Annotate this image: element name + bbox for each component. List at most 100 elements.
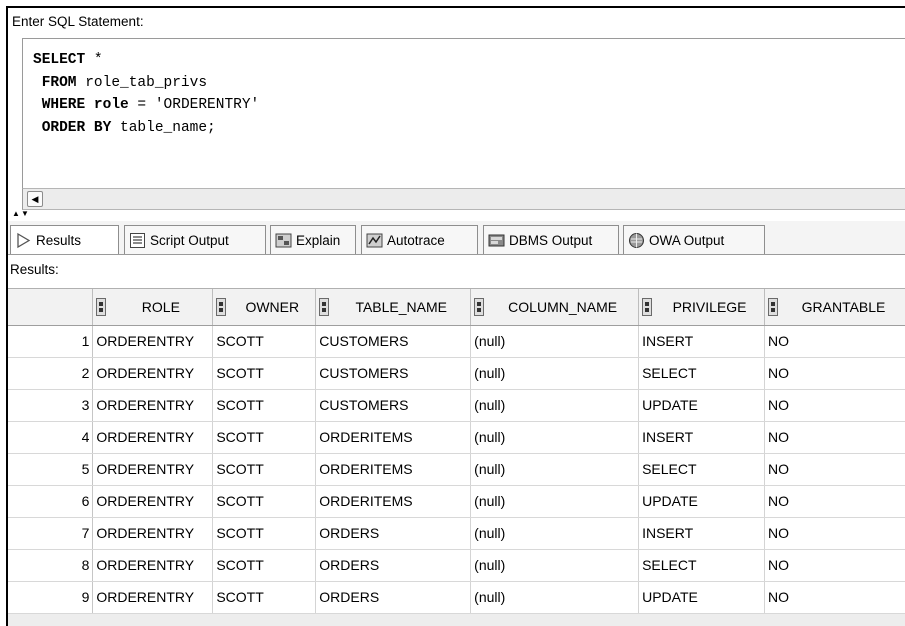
cell-owner[interactable]: SCOTT — [212, 357, 317, 390]
tab-owa-output[interactable]: OWA Output — [623, 225, 765, 254]
cell-privilege[interactable]: UPDATE — [638, 581, 766, 614]
tab-explain[interactable]: Explain — [270, 225, 356, 254]
cell-grantable[interactable]: NO — [764, 581, 905, 614]
collapse-up-icon[interactable]: ▲ — [12, 210, 20, 218]
cell-table-name[interactable]: ORDERS — [315, 517, 472, 550]
cell-role[interactable]: ORDERENTRY — [92, 421, 214, 454]
scroll-left-button[interactable]: ◀ — [27, 191, 43, 207]
cell-column-name[interactable]: (null) — [470, 485, 640, 518]
cell-owner[interactable]: SCOTT — [212, 581, 317, 614]
sort-icon[interactable] — [474, 297, 485, 316]
column-header-privilege[interactable]: PRIVILEGE — [638, 289, 766, 326]
cell-role[interactable]: ORDERENTRY — [92, 549, 214, 582]
table-row[interactable]: 4 ORDERENTRY SCOTT ORDERITEMS (null) INSERT NO — [8, 421, 905, 454]
cell-role[interactable]: ORDERENTRY — [92, 389, 214, 422]
cell-privilege[interactable]: INSERT — [638, 325, 766, 358]
cell-owner[interactable]: SCOTT — [212, 453, 317, 486]
table-row[interactable]: 9 ORDERENTRY SCOTT ORDERS (null) UPDATE NO — [8, 581, 905, 614]
cell-column-name[interactable]: (null) — [470, 357, 640, 390]
cell-owner[interactable]: SCOTT — [212, 325, 317, 358]
cell-privilege[interactable]: INSERT — [638, 517, 766, 550]
cell-column-name[interactable]: (null) — [470, 453, 640, 486]
cell-grantable[interactable]: NO — [764, 389, 905, 422]
cell-privilege[interactable]: INSERT — [638, 421, 766, 454]
row-number[interactable]: 2 — [8, 357, 94, 390]
sort-icon[interactable] — [642, 297, 653, 316]
cell-role[interactable]: ORDERENTRY — [92, 517, 214, 550]
row-number[interactable]: 5 — [8, 453, 94, 486]
row-number-header — [8, 289, 94, 326]
cell-privilege[interactable]: SELECT — [638, 549, 766, 582]
cell-column-name[interactable]: (null) — [470, 421, 640, 454]
row-number[interactable]: 8 — [8, 549, 94, 582]
cell-grantable[interactable]: NO — [764, 485, 905, 518]
cell-owner[interactable]: SCOTT — [212, 517, 317, 550]
table-row[interactable]: 6 ORDERENTRY SCOTT ORDERITEMS (null) UPDATE NO — [8, 485, 905, 518]
cell-column-name[interactable]: (null) — [470, 549, 640, 582]
cell-column-name[interactable]: (null) — [470, 517, 640, 550]
cell-column-name[interactable]: (null) — [470, 389, 640, 422]
row-number[interactable]: 9 — [8, 581, 94, 614]
sort-icon[interactable] — [768, 297, 779, 316]
sql-editor[interactable]: SELECT * FROM role_tab_privs WHERE role … — [22, 38, 905, 188]
table-row[interactable]: 8 ORDERENTRY SCOTT ORDERS (null) SELECT NO — [8, 549, 905, 582]
column-header-owner[interactable]: OWNER — [212, 289, 317, 326]
cell-owner[interactable]: SCOTT — [212, 421, 317, 454]
cell-column-name[interactable]: (null) — [470, 581, 640, 614]
cell-grantable[interactable]: NO — [764, 421, 905, 454]
row-number[interactable]: 3 — [8, 389, 94, 422]
cell-privilege[interactable]: UPDATE — [638, 389, 766, 422]
cell-column-name[interactable]: (null) — [470, 325, 640, 358]
column-header-column-name[interactable]: COLUMN_NAME — [470, 289, 640, 326]
cell-grantable[interactable]: NO — [764, 517, 905, 550]
sql-line: FROM role_tab_privs — [33, 72, 905, 95]
tab-label: Script Output — [150, 232, 229, 248]
column-header-role[interactable]: ROLE — [92, 289, 214, 326]
cell-grantable[interactable]: NO — [764, 325, 905, 358]
tab-autotrace[interactable]: Autotrace — [361, 225, 478, 254]
table-row[interactable]: 2 ORDERENTRY SCOTT CUSTOMERS (null) SELECT NO — [8, 357, 905, 390]
cell-owner[interactable]: SCOTT — [212, 389, 317, 422]
sort-icon[interactable] — [96, 297, 107, 316]
cell-role[interactable]: ORDERENTRY — [92, 485, 214, 518]
cell-privilege[interactable]: SELECT — [638, 357, 766, 390]
row-number[interactable]: 1 — [8, 325, 94, 358]
cell-grantable[interactable]: NO — [764, 453, 905, 486]
cell-table-name[interactable]: CUSTOMERS — [315, 389, 472, 422]
editor-horizontal-scrollbar[interactable]: ◀ — [22, 188, 905, 210]
table-row[interactable]: 1 ORDERENTRY SCOTT CUSTOMERS (null) INSERT NO — [8, 325, 905, 358]
row-number[interactable]: 7 — [8, 517, 94, 550]
cell-privilege[interactable]: UPDATE — [638, 485, 766, 518]
cell-owner[interactable]: SCOTT — [212, 549, 317, 582]
panel-splitter[interactable]: ▲ ▼ — [8, 210, 905, 221]
column-header-grantable[interactable]: GRANTABLE — [764, 289, 905, 326]
row-number[interactable]: 6 — [8, 485, 94, 518]
column-header-table-name[interactable]: TABLE_NAME — [315, 289, 472, 326]
cell-role[interactable]: ORDERENTRY — [92, 325, 214, 358]
cell-table-name[interactable]: CUSTOMERS — [315, 357, 472, 390]
tab-dbms-output[interactable]: DBMS Output — [483, 225, 619, 254]
cell-table-name[interactable]: CUSTOMERS — [315, 325, 472, 358]
cell-table-name[interactable]: ORDERS — [315, 581, 472, 614]
sql-text: = 'ORDERENTRY' — [128, 97, 260, 113]
cell-role[interactable]: ORDERENTRY — [92, 581, 214, 614]
tab-results[interactable]: Results — [10, 225, 119, 254]
cell-grantable[interactable]: NO — [764, 357, 905, 390]
cell-table-name[interactable]: ORDERITEMS — [315, 421, 472, 454]
cell-table-name[interactable]: ORDERITEMS — [315, 485, 472, 518]
table-row[interactable]: 3 ORDERENTRY SCOTT CUSTOMERS (null) UPDATE NO — [8, 389, 905, 422]
collapse-down-icon[interactable]: ▼ — [21, 210, 29, 218]
table-row[interactable]: 5 ORDERENTRY SCOTT ORDERITEMS (null) SELECT NO — [8, 453, 905, 486]
cell-role[interactable]: ORDERENTRY — [92, 357, 214, 390]
table-row[interactable]: 7 ORDERENTRY SCOTT ORDERS (null) INSERT NO — [8, 517, 905, 550]
cell-table-name[interactable]: ORDERITEMS — [315, 453, 472, 486]
cell-table-name[interactable]: ORDERS — [315, 549, 472, 582]
sort-icon[interactable] — [216, 297, 227, 316]
cell-owner[interactable]: SCOTT — [212, 485, 317, 518]
cell-privilege[interactable]: SELECT — [638, 453, 766, 486]
cell-grantable[interactable]: NO — [764, 549, 905, 582]
cell-role[interactable]: ORDERENTRY — [92, 453, 214, 486]
row-number[interactable]: 4 — [8, 421, 94, 454]
tab-script-output[interactable]: Script Output — [124, 225, 266, 254]
sort-icon[interactable] — [319, 297, 330, 316]
